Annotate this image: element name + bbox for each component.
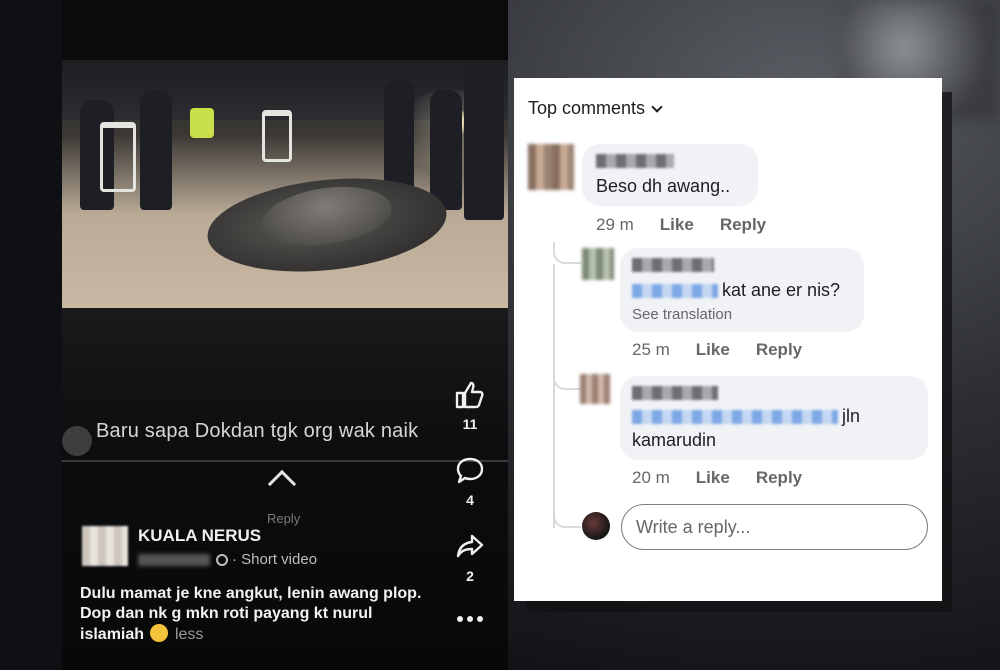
thread-connector [553, 242, 581, 264]
comment-time: 29 m [596, 215, 634, 234]
reply-hint[interactable]: Reply [267, 511, 300, 526]
avatar[interactable] [582, 248, 614, 280]
commenter-name[interactable] [596, 154, 674, 168]
reply-button[interactable]: Reply [756, 468, 802, 488]
safety-vest [190, 108, 214, 138]
person [430, 90, 462, 210]
write-reply-input[interactable]: Write a reply... [621, 504, 928, 550]
reply-bubble: jln kamarudin [620, 376, 928, 460]
like-button[interactable]: Like [660, 215, 694, 235]
comments-panel: Top comments Beso dh awang.. 29 m Like R… [514, 78, 942, 601]
like-action[interactable]: 11 [448, 380, 492, 432]
comment-action[interactable]: 4 [448, 456, 492, 508]
reply-time: 25 m [632, 340, 670, 359]
comment-count: 4 [466, 492, 474, 508]
post-caption: Dulu mamat je kne angkut, lenin awang pl… [80, 584, 440, 645]
video-panel: Baru sapa Dokdan tgk org wak naik Reply … [62, 0, 508, 670]
post-caption-text: Dulu mamat je kne angkut, lenin awang pl… [80, 585, 422, 643]
comment-meta: 29 m Like Reply [596, 215, 766, 235]
poster-name[interactable]: KUALA NERUS [138, 526, 261, 546]
tagged-user[interactable] [632, 284, 718, 298]
thread-connector [553, 506, 581, 528]
like-button[interactable]: Like [696, 340, 730, 360]
commenter-name[interactable] [632, 386, 718, 400]
video-overlay-caption: Baru sapa Dokdan tgk org wak naik [96, 420, 419, 442]
reply-text-line: kamarudin [632, 430, 717, 450]
more-icon[interactable] [448, 614, 492, 624]
reply-button[interactable]: Reply [756, 340, 802, 360]
thread-line [553, 264, 555, 528]
top-comments-label: Top comments [528, 98, 646, 118]
video-frame[interactable] [62, 60, 508, 308]
share-count: 2 [466, 568, 474, 584]
globe-icon [216, 554, 228, 567]
overlay-dot [62, 426, 92, 456]
person [464, 70, 504, 220]
commenter-name[interactable] [632, 258, 714, 272]
blurred-date [138, 554, 210, 567]
tagged-user[interactable] [632, 410, 838, 424]
see-translation-link[interactable]: See translation [632, 306, 732, 323]
comment-bubble: Beso dh awang.. [582, 144, 758, 206]
reply-text-part: jln [842, 406, 861, 426]
share-action[interactable]: 2 [448, 532, 492, 584]
avatar[interactable] [582, 512, 610, 540]
comment-text: Beso dh awang.. [596, 176, 731, 196]
like-count: 11 [462, 416, 478, 432]
reply-meta: 20 m Like Reply [632, 468, 802, 488]
background-left-edge [0, 0, 70, 670]
top-comments-dropdown[interactable]: Top comments [528, 98, 663, 119]
thumbs-up-icon[interactable] [448, 380, 492, 410]
person [140, 90, 172, 210]
chair [262, 110, 292, 162]
reply-text: kat ane er nis? [722, 280, 841, 300]
less-link[interactable]: less [175, 626, 203, 643]
reply-time: 20 m [632, 468, 670, 487]
person [384, 80, 414, 190]
write-reply-placeholder: Write a reply... [636, 517, 751, 537]
laughing-emoji-icon [150, 624, 169, 642]
reply-button[interactable]: Reply [720, 215, 766, 235]
thread-connector [553, 368, 581, 390]
more-action[interactable] [448, 614, 492, 624]
reply-meta: 25 m Like Reply [632, 340, 802, 360]
progress-line[interactable] [62, 460, 508, 462]
comment-icon[interactable] [448, 456, 492, 486]
chevron-down-icon[interactable] [651, 100, 663, 113]
like-button[interactable]: Like [696, 468, 730, 488]
avatar[interactable] [82, 526, 128, 566]
chair [100, 122, 136, 192]
post-type: · Short video [232, 551, 318, 568]
share-icon[interactable] [448, 532, 492, 562]
avatar[interactable] [580, 374, 610, 404]
avatar[interactable] [528, 144, 574, 190]
poster-meta: · Short video [138, 551, 317, 568]
reply-bubble: kat ane er nis? See translation [620, 248, 864, 332]
